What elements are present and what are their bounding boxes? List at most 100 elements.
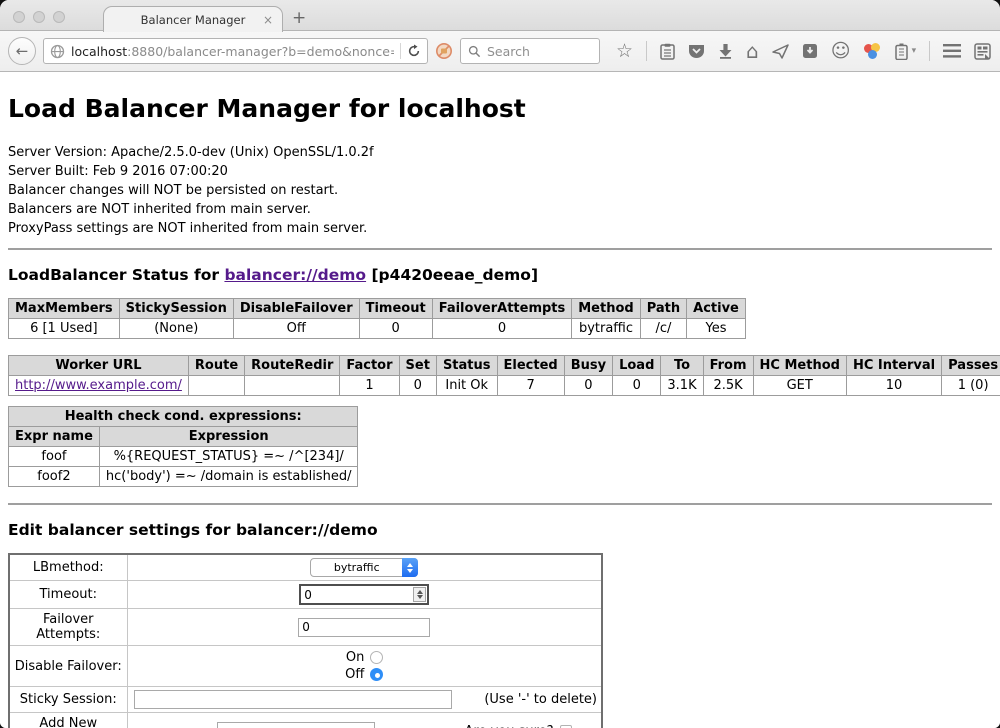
col-worker-url: Worker URL — [9, 356, 189, 376]
cell-factor: 1 — [340, 376, 399, 396]
browser-window: Balancer Manager × + ← localhost:8880/ba… — [0, 0, 1000, 728]
download-box-icon[interactable] — [802, 43, 818, 59]
url-divider — [400, 43, 401, 59]
home-icon[interactable]: ⌂ — [746, 41, 759, 61]
form-row-failover-attempts: Failover Attempts: — [9, 609, 602, 646]
col-busy: Busy — [564, 356, 612, 376]
toolbar-separator — [929, 41, 930, 61]
server-version-line: Server Version: Apache/2.5.0-dev (Unix) … — [8, 143, 992, 162]
divider — [8, 503, 992, 505]
close-window-button[interactable] — [13, 11, 25, 23]
lbmethod-selected-value: bytraffic — [311, 561, 402, 574]
persist-note-line: Balancer changes will NOT be persisted o… — [8, 181, 992, 200]
cell-hc-method: GET — [753, 376, 846, 396]
search-icon — [468, 45, 481, 58]
timeout-label: Timeout: — [9, 581, 127, 609]
cell-passes: 1 (0) — [942, 376, 1000, 396]
lbmethod-select[interactable]: bytraffic — [310, 558, 418, 577]
disable-failover-label: Disable Failover: — [9, 646, 127, 687]
number-spinner-icon[interactable] — [413, 587, 426, 602]
color-dots-icon[interactable] — [864, 43, 882, 59]
bookmark-star-icon[interactable]: ☆ — [616, 42, 633, 61]
col-failoverattempts: FailoverAttempts — [432, 299, 572, 319]
col-load: Load — [613, 356, 661, 376]
cell-stickysession: (None) — [119, 319, 233, 339]
menu-hamburger-icon[interactable] — [943, 44, 961, 58]
url-host: localhost — [71, 44, 127, 59]
cell-disablefailover: Off — [233, 319, 359, 339]
add-worker-input[interactable] — [217, 722, 375, 728]
minimize-window-button[interactable] — [33, 11, 45, 23]
col-path: Path — [640, 299, 686, 319]
tab-balancer-manager[interactable]: Balancer Manager × — [103, 6, 283, 32]
new-tab-button[interactable]: + — [292, 8, 306, 28]
col-route: Route — [188, 356, 244, 376]
cell-maxmembers: 6 [1 Used] — [9, 319, 120, 339]
edit-balancer-form: LBmethod: bytraffic Timeout: — [8, 553, 603, 728]
zoom-window-button[interactable] — [53, 11, 65, 23]
radio-off[interactable] — [370, 668, 383, 681]
table-header-row: Health check cond. expressions: — [9, 407, 358, 427]
worker-url-link[interactable]: http://www.example.com/ — [15, 378, 182, 393]
col-expression: Expression — [99, 427, 358, 447]
url-text[interactable]: localhost:8880/balancer-manager?b=demo&n… — [71, 44, 394, 59]
table-row: 6 [1 Used] (None) Off 0 0 bytraffic /c/ … — [9, 319, 746, 339]
failover-attempts-input[interactable] — [298, 618, 430, 637]
adblock-icon[interactable] — [435, 42, 453, 60]
back-arrow-icon: ← — [16, 42, 29, 60]
downloads-icon[interactable] — [718, 43, 733, 59]
toolbar-icons: ☆ ⌂ ☺ ▾ — [616, 41, 991, 61]
cell-expr-name: foof2 — [9, 467, 100, 487]
status-heading-prefix: LoadBalancer Status for — [8, 266, 224, 284]
cell-set: 0 — [399, 376, 436, 396]
cell-active: Yes — [687, 319, 746, 339]
pocket-icon[interactable] — [688, 43, 705, 59]
balancer-demo-link[interactable]: balancer://demo — [224, 266, 366, 284]
cell-routeredir — [245, 376, 340, 396]
form-row-sticky-session: Sticky Session: (Use '-' to delete) — [9, 687, 602, 713]
col-method: Method — [572, 299, 640, 319]
col-set: Set — [399, 356, 436, 376]
sticky-session-note: (Use '-' to delete) — [484, 692, 597, 707]
loadbalancer-status-heading: LoadBalancer Status for balancer://demo … — [8, 266, 992, 284]
col-to: To — [661, 356, 703, 376]
timeout-input[interactable] — [299, 584, 429, 605]
sticky-session-input[interactable] — [134, 690, 452, 709]
cell-hc-interval: 10 — [846, 376, 941, 396]
table-row: foof %{REQUEST_STATUS} =~ /^[234]/ — [9, 447, 358, 467]
send-plane-icon[interactable] — [772, 44, 789, 59]
form-row-add-worker: Add New Worker: Are you sure? — [9, 713, 602, 728]
tab-close-icon[interactable]: × — [263, 13, 273, 27]
traffic-lights[interactable] — [13, 11, 65, 23]
cell-from: 2.5K — [703, 376, 753, 396]
search-bar[interactable]: Search — [460, 38, 600, 64]
col-disablefailover: DisableFailover — [233, 299, 359, 319]
grid-extension-icon[interactable] — [974, 43, 991, 60]
chevron-down-icon[interactable]: ▾ — [912, 46, 917, 56]
search-placeholder: Search — [487, 44, 530, 59]
col-stickysession: StickySession — [119, 299, 233, 319]
battery-extension-icon[interactable]: ▾ — [895, 43, 917, 60]
server-built-line: Server Built: Feb 9 2016 07:00:20 — [8, 162, 992, 181]
form-row-timeout: Timeout: — [9, 581, 602, 609]
reload-icon[interactable] — [407, 44, 421, 58]
cell-timeout: 0 — [359, 319, 432, 339]
col-from: From — [703, 356, 753, 376]
url-bar[interactable]: localhost:8880/balancer-manager?b=demo&n… — [43, 38, 428, 64]
toolbar-separator — [646, 41, 647, 61]
status-heading-suffix: [p4420eeae_demo] — [366, 266, 538, 284]
smiley-icon[interactable]: ☺ — [831, 42, 851, 61]
col-hc-interval: HC Interval — [846, 356, 941, 376]
tab-title: Balancer Manager — [141, 13, 246, 27]
cell-to: 3.1K — [661, 376, 703, 396]
col-passes: Passes — [942, 356, 1000, 376]
radio-on[interactable] — [370, 651, 383, 664]
col-hc-method: HC Method — [753, 356, 846, 376]
col-factor: Factor — [340, 356, 399, 376]
globe-icon — [50, 44, 65, 59]
clipboard-icon[interactable] — [660, 43, 675, 60]
back-button[interactable]: ← — [8, 37, 36, 65]
col-active: Active — [687, 299, 746, 319]
table-header-row: Expr name Expression — [9, 427, 358, 447]
add-worker-label: Add New Worker: — [9, 713, 127, 728]
